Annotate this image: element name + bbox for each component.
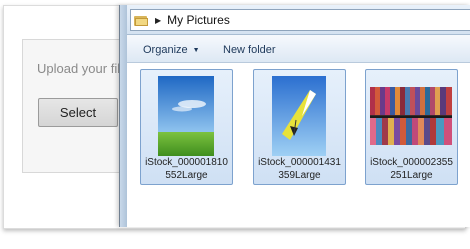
file-name: iStock_000002355 251Large: [370, 157, 453, 181]
file-item[interactable]: iStock_000001810 552Large: [140, 69, 233, 185]
upload-prompt: Upload your file: [37, 61, 128, 76]
new-folder-button[interactable]: New folder: [223, 44, 276, 56]
organize-label: Organize: [143, 44, 188, 56]
sky-grass-thumbnail: [158, 76, 214, 156]
select-button[interactable]: Select: [38, 98, 118, 127]
breadcrumb-my-pictures[interactable]: My Pictures: [167, 13, 230, 27]
file-dialog: ▶ My Pictures Organize ▼ New folder iSto…: [119, 5, 470, 227]
dialog-toolbar: Organize ▼ New folder: [127, 35, 470, 63]
file-item[interactable]: iStock_000001431 359Large: [253, 69, 346, 185]
dropdown-arrow-icon: ▼: [192, 46, 200, 54]
file-name: iStock_000001431 359Large: [258, 157, 341, 181]
organize-button[interactable]: Organize ▼: [143, 44, 200, 56]
dialog-frame: [120, 5, 127, 227]
file-item[interactable]: iStock_000002355 251Large: [365, 69, 458, 185]
breadcrumb-chevron-icon[interactable]: ▶: [155, 16, 161, 25]
hang-glider-thumbnail: [272, 76, 326, 156]
file-name: iStock_000001810 552Large: [145, 157, 228, 181]
address-bar: ▶ My Pictures: [127, 5, 470, 35]
folder-icon: [134, 15, 148, 26]
fabric-rolls-thumbnail: [370, 87, 452, 145]
file-list: iStock_000001810 552Large iStock_0000014…: [127, 63, 470, 227]
address-field[interactable]: ▶ My Pictures: [130, 9, 470, 31]
